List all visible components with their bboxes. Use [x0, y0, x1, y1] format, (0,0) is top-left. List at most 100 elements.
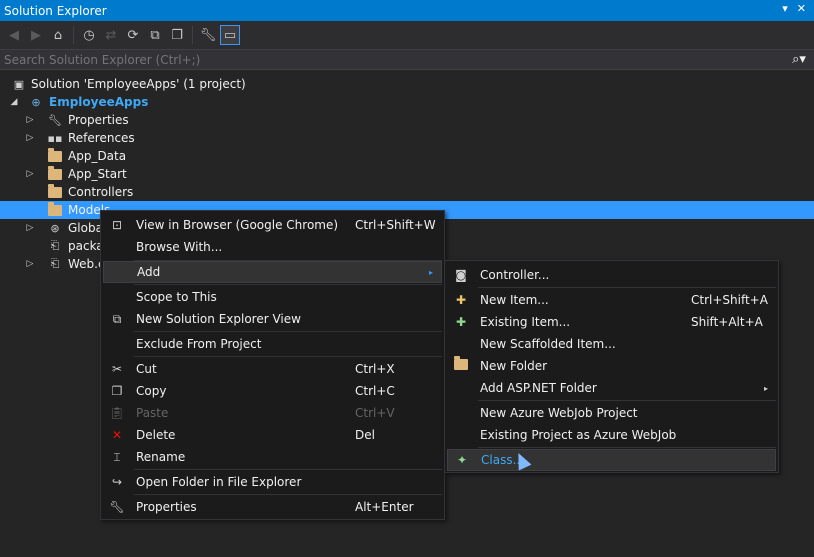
solution-label: Solution 'EmployeeApps' (1 project) — [31, 77, 246, 91]
menu-item-add[interactable]: Add ▸ — [103, 261, 442, 283]
menu-item-controller[interactable]: ◙ Controller... — [447, 264, 776, 286]
menu-item-label: Existing Item... — [480, 315, 571, 329]
folder-icon — [48, 165, 62, 181]
references-icon: ▪▪ — [47, 131, 63, 145]
home-icon[interactable]: ⌂ — [48, 25, 68, 45]
menu-separator — [478, 400, 776, 401]
menu-item-class[interactable]: ✦ Class... — [447, 449, 776, 471]
collapsed-arrow-icon[interactable]: ▷ — [25, 169, 35, 179]
scissors-icon: ✂ — [111, 362, 123, 376]
expanded-arrow-icon[interactable]: ◢ — [9, 97, 19, 107]
rename-icon: ⌶ — [113, 449, 121, 464]
history-icon[interactable]: ◷ — [79, 25, 99, 45]
web-project-icon: ⊕ — [31, 95, 41, 109]
menu-separator — [134, 469, 442, 470]
paste-icon: 📋︎ — [109, 406, 125, 420]
menu-item-view-in-browser[interactable]: ⊡ View in Browser (Google Chrome) Ctrl+S… — [103, 214, 442, 236]
menu-item-browse-with[interactable]: Browse With... — [103, 236, 442, 258]
collapse-icon[interactable]: ⧉ — [145, 25, 165, 45]
menu-item-copy[interactable]: ❐ Copy Ctrl+C — [103, 380, 442, 402]
submenu-arrow-icon: ▸ — [763, 383, 768, 393]
menu-item-open-folder[interactable]: ↪ Open Folder in File Explorer — [103, 471, 442, 493]
folder-icon — [48, 183, 62, 199]
menu-item-properties[interactable]: 🔧︎ Properties Alt+Enter — [103, 496, 442, 518]
menu-item-delete[interactable]: ✕ Delete Del — [103, 424, 442, 446]
menu-item-cut[interactable]: ✂ Cut Ctrl+X — [103, 358, 442, 380]
folder-icon — [48, 201, 62, 217]
menu-item-shortcut: Ctrl+X — [355, 362, 395, 376]
config-file-icon: ⎗ — [50, 257, 60, 270]
menu-item-label: New Scaffolded Item... — [480, 337, 616, 351]
properties-icon[interactable]: 🔧︎ — [198, 25, 218, 45]
menu-item-exclude-from-project[interactable]: Exclude From Project — [103, 333, 442, 355]
tree-item-label: Properties — [68, 113, 129, 127]
collapsed-arrow-icon[interactable]: ▷ — [25, 133, 35, 143]
global-file-icon: ⊛ — [50, 221, 60, 235]
refresh-icon[interactable]: ⟳ — [123, 25, 143, 45]
title-bar: Solution Explorer ▾ ✕ — [0, 0, 814, 21]
menu-item-existing-project-azure-webjob[interactable]: Existing Project as Azure WebJob — [447, 424, 776, 446]
new-item-icon: ✚ — [455, 293, 467, 307]
add-submenu: ◙ Controller... ✚ New Item... Ctrl+Shift… — [444, 260, 779, 473]
new-folder-icon — [453, 356, 469, 373]
tree-node-controllers[interactable]: Controllers — [0, 183, 814, 201]
menu-item-label: Properties — [136, 500, 197, 514]
submenu-arrow-icon: ▸ — [428, 267, 433, 277]
menu-item-label: New Folder — [480, 359, 548, 373]
menu-item-label: Delete — [136, 428, 176, 442]
tree-node-references[interactable]: ▷ ▪▪ References — [0, 129, 814, 147]
tree-node-solution[interactable]: ▣ Solution 'EmployeeApps' (1 project) — [0, 75, 814, 93]
menu-item-add-aspnet-folder[interactable]: Add ASP.NET Folder ▸ — [447, 377, 776, 399]
menu-item-label: Controller... — [480, 268, 550, 282]
collapsed-arrow-icon[interactable]: ▷ — [25, 223, 35, 233]
forward-icon[interactable]: ▶ — [26, 25, 46, 45]
tree-node-app-start[interactable]: ▷ App_Start — [0, 165, 814, 183]
menu-item-label: New Item... — [480, 293, 549, 307]
back-icon[interactable]: ◀ — [4, 25, 24, 45]
open-folder-arrow-icon: ↪ — [111, 475, 123, 489]
menu-item-new-folder[interactable]: New Folder — [447, 355, 776, 377]
menu-item-shortcut: Ctrl+Shift+A — [691, 293, 768, 307]
solution-icon: ▣ — [13, 77, 25, 91]
search-icon[interactable]: ⌕▾ — [784, 52, 814, 67]
tree-node-app-data[interactable]: App_Data — [0, 147, 814, 165]
preview-icon[interactable]: ▭ — [220, 25, 240, 45]
menu-item-label: Browse With... — [136, 240, 223, 254]
menu-item-new-solution-explorer-view[interactable]: ⧉ New Solution Explorer View — [103, 308, 442, 330]
menu-item-label: Add ASP.NET Folder — [480, 381, 597, 395]
collapsed-arrow-icon[interactable]: ▷ — [25, 259, 35, 269]
menu-item-paste: 📋︎ Paste Ctrl+V — [103, 402, 442, 424]
search-input[interactable] — [0, 51, 784, 68]
window-title: Solution Explorer — [4, 3, 107, 18]
collapsed-arrow-icon[interactable]: ▷ — [25, 115, 35, 125]
tree-node-properties[interactable]: ▷ 🔧︎ Properties — [0, 111, 814, 129]
menu-item-shortcut: Ctrl+Shift+W — [355, 218, 436, 232]
menu-item-label: Rename — [136, 450, 186, 464]
close-icon[interactable]: ✕ — [797, 2, 806, 15]
menu-item-rename[interactable]: ⌶ Rename — [103, 446, 442, 468]
project-label: EmployeeApps — [49, 95, 149, 109]
dropdown-icon[interactable]: ▾ — [782, 2, 788, 15]
menu-item-label: Exclude From Project — [136, 337, 262, 351]
delete-icon: ✕ — [111, 428, 123, 442]
sync-icon[interactable]: ⇄ — [101, 25, 121, 45]
wrench-icon: 🔧︎ — [109, 500, 125, 514]
menu-item-new-item[interactable]: ✚ New Item... Ctrl+Shift+A — [447, 289, 776, 311]
menu-item-existing-item[interactable]: ✚ Existing Item... Shift+Alt+A — [447, 311, 776, 333]
menu-item-shortcut: Del — [355, 428, 375, 442]
toolbar-separator — [73, 26, 74, 44]
folder-icon — [48, 147, 62, 163]
menu-item-label: Scope to This — [136, 290, 217, 304]
menu-item-scope-to-this[interactable]: Scope to This — [103, 286, 442, 308]
menu-item-label: View in Browser (Google Chrome) — [136, 218, 339, 232]
menu-item-label: New Solution Explorer View — [136, 312, 301, 326]
menu-item-new-azure-webjob-project[interactable]: New Azure WebJob Project — [447, 402, 776, 424]
tree-node-project[interactable]: ◢ ⊕ EmployeeApps — [0, 93, 814, 111]
menu-item-new-scaffolded-item[interactable]: New Scaffolded Item... — [447, 333, 776, 355]
menu-item-label: Existing Project as Azure WebJob — [480, 428, 677, 442]
menu-item-label: Copy — [136, 384, 167, 398]
menu-separator — [134, 284, 442, 285]
toolbar: ◀ ▶ ⌂ ◷ ⇄ ⟳ ⧉ ❐ 🔧︎ ▭ — [0, 21, 814, 49]
copy-icon[interactable]: ❐ — [167, 25, 187, 45]
menu-item-shortcut: Ctrl+V — [355, 406, 395, 420]
